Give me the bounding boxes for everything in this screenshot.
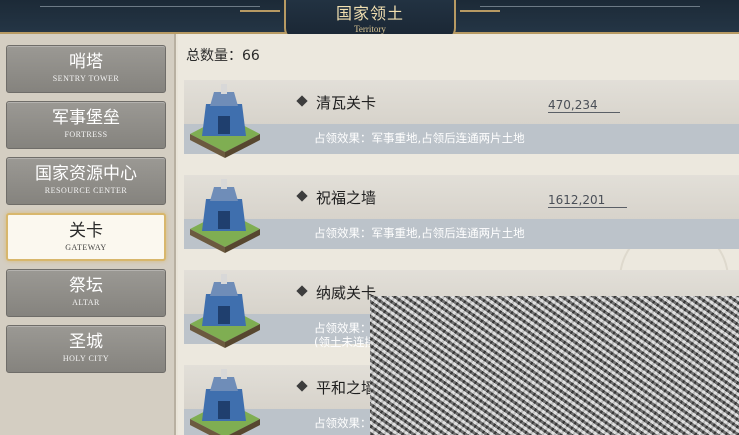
gateway-building-icon: [190, 274, 260, 348]
mosaic-overlay: [370, 296, 739, 435]
total-count: 总数量：66: [186, 48, 260, 64]
territory-name: 清瓦关卡: [316, 94, 377, 112]
territory-coordinates-link[interactable]: 470,234: [548, 98, 620, 113]
tab-sublabel: FORTRESS: [64, 130, 108, 139]
tab-label: 国家资源中心: [35, 164, 137, 184]
tab-sublabel: HOLY CITY: [62, 354, 110, 363]
capture-effect: 占领效果：军事重地,占领后连通两片土地: [314, 131, 525, 145]
tab-label: 祭坛: [69, 276, 103, 296]
tab-sublabel: ALTAR: [72, 298, 100, 307]
territory-name: 平和之墙: [316, 379, 377, 397]
tab-sublabel: SENTRY TOWER: [52, 74, 120, 83]
header-ornament-left: [40, 6, 260, 7]
territory-card[interactable]: 清瓦关卡 470,234 占领效果：军事重地,占领后连通两片土地: [184, 80, 739, 162]
category-sidebar: 哨塔 SENTRY TOWER 军事堡垒 FORTRESS 国家资源中心 RES…: [0, 34, 176, 435]
gateway-building-icon: [190, 179, 260, 253]
card-header-band: [184, 80, 739, 124]
tab-label: 哨塔: [69, 52, 103, 72]
header-ornament-right: [480, 6, 700, 7]
capture-effect: 占领效果：军事重地,占领后连通两片土地: [314, 226, 525, 240]
tab-label: 圣城: [69, 332, 103, 352]
tab-resource-center[interactable]: 国家资源中心 RESOURCE CENTER: [6, 157, 166, 205]
tab-sublabel: RESOURCE CENTER: [44, 186, 128, 195]
tab-gateway[interactable]: 关卡 GATEWAY: [6, 213, 166, 261]
territory-name: 祝福之墙: [316, 189, 377, 207]
tab-holy-city[interactable]: 圣城 HOLY CITY: [6, 325, 166, 373]
tab-altar[interactable]: 祭坛 ALTAR: [6, 269, 166, 317]
page-title: 国家领土: [335, 4, 404, 23]
territory-card[interactable]: 祝福之墙 1612,201 占领效果：军事重地,占领后连通两片土地: [184, 175, 739, 257]
territory-coordinates-link[interactable]: 1612,201: [548, 193, 628, 208]
card-header-band: [184, 175, 739, 219]
territory-name: 纳威关卡: [316, 284, 377, 302]
gateway-building-icon: [190, 369, 260, 435]
tab-sentry-tower[interactable]: 哨塔 SENTRY TOWER: [6, 45, 166, 93]
page-subtitle: Territory: [354, 24, 386, 34]
tab-sublabel: GATEWAY: [65, 243, 107, 252]
tab-label: 关卡: [69, 221, 103, 241]
tab-label: 军事堡垒: [52, 108, 120, 128]
tab-fortress[interactable]: 军事堡垒 FORTRESS: [6, 101, 166, 149]
gateway-building-icon: [190, 84, 260, 158]
